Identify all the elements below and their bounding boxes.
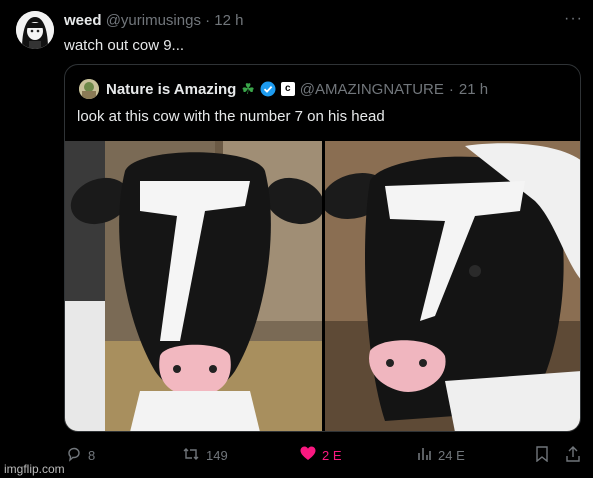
affiliate-badge: c: [280, 82, 295, 96]
reply-count: 8: [88, 448, 96, 463]
more-options-icon[interactable]: ···: [564, 10, 583, 28]
action-bar: 8 149 2 E 24 E: [0, 446, 593, 466]
imgflip-watermark: imgflip.com: [4, 462, 65, 476]
header-separator: ·: [205, 12, 211, 29]
share-button[interactable]: [565, 446, 581, 465]
tweet-text: watch out cow 9...: [64, 37, 185, 54]
clover-icon: ☘: [241, 81, 255, 98]
quoted-tweet-header: Nature is Amazing ☘ c @AMAZINGNATURE · 2…: [106, 80, 488, 99]
author-handle[interactable]: @yurimusings: [106, 12, 201, 29]
like-count: 2 E: [322, 447, 342, 463]
repost-count: 149: [206, 448, 228, 463]
quoted-header-separator: ·: [448, 80, 454, 98]
reply-action[interactable]: 8: [66, 446, 95, 465]
bookmark-icon: [535, 446, 549, 465]
tweet-header: weed @yurimusings · 12 h: [64, 12, 244, 29]
quoted-tweet-text: look at this cow with the number 7 on hi…: [77, 108, 385, 125]
share-icon: [565, 446, 581, 465]
verified-badge-icon: [260, 81, 276, 97]
repost-action[interactable]: 149: [182, 446, 228, 465]
author-name[interactable]: weed: [64, 12, 102, 29]
views-action[interactable]: 24 E: [416, 446, 465, 465]
cow-photo-left[interactable]: [65, 141, 322, 431]
quoted-author-avatar[interactable]: [79, 79, 99, 99]
heart-icon: [300, 446, 316, 464]
like-action[interactable]: 2 E: [300, 446, 342, 464]
quoted-author-name[interactable]: Nature is Amazing: [106, 81, 236, 98]
quoted-tweet[interactable]: Nature is Amazing ☘ c @AMAZINGNATURE · 2…: [64, 64, 581, 432]
repost-icon: [182, 446, 200, 465]
cow-photo-right[interactable]: [325, 141, 580, 431]
bookmark-button[interactable]: [535, 446, 549, 465]
analytics-icon: [416, 446, 432, 465]
reply-icon: [66, 446, 82, 465]
views-count: 24 E: [438, 448, 465, 463]
author-avatar[interactable]: [16, 11, 54, 49]
tweet-timestamp[interactable]: 12 h: [214, 12, 243, 29]
quoted-author-handle[interactable]: @AMAZINGNATURE: [300, 81, 444, 98]
quoted-tweet-timestamp[interactable]: 21 h: [459, 81, 488, 98]
